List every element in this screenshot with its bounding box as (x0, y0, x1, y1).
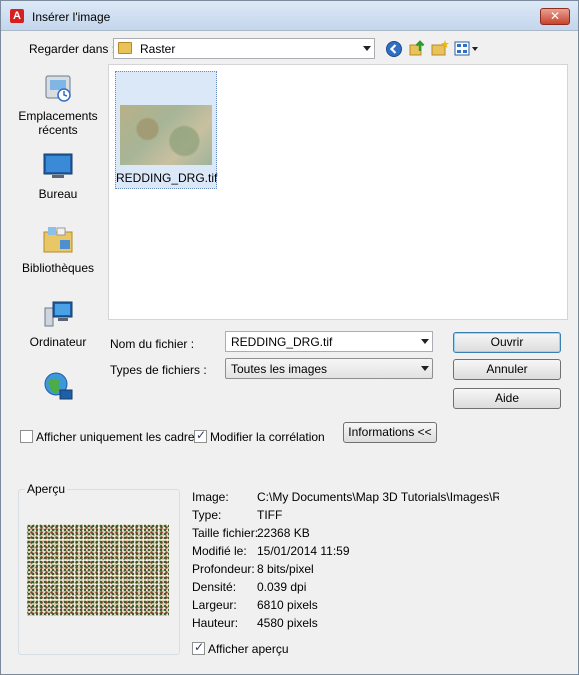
chevron-down-icon (421, 339, 429, 344)
filename-input[interactable]: REDDING_DRG.tif (225, 331, 433, 352)
back-icon[interactable] (385, 40, 403, 58)
info-type-value: TIFF (257, 508, 283, 522)
info-height-value: 4580 pixels (257, 616, 318, 630)
info-size-value: 22368 KB (257, 526, 310, 540)
chevron-down-icon (363, 46, 371, 51)
info-density-label: Densité: (192, 580, 237, 594)
place-network[interactable] (10, 370, 106, 405)
file-name: REDDING_DRG.tif (116, 171, 218, 185)
info-density-value: 0.039 dpi (257, 580, 307, 594)
places-bar: Emplacements récents Bureau Bibliothèque… (10, 64, 106, 404)
recent-places-icon (45, 75, 71, 102)
place-label: Ordinateur (29, 335, 87, 349)
place-label: Bibliothèques (21, 261, 95, 275)
place-recent[interactable]: Emplacements récents (10, 72, 106, 137)
filename-value: REDDING_DRG.tif (231, 335, 333, 349)
title-bar: A Insérer l'image ✕ (1, 1, 578, 31)
info-width-label: Largeur: (192, 598, 237, 612)
filename-label: Nom du fichier : (110, 337, 195, 351)
modify-correlation-label: Modifier la corrélation (210, 430, 325, 444)
open-button[interactable]: Ouvrir (453, 332, 561, 353)
place-label: Bureau (38, 187, 78, 201)
file-thumbnail (120, 105, 212, 165)
chevron-down-icon (421, 366, 429, 371)
computer-icon (44, 301, 73, 327)
show-preview-checkbox[interactable] (192, 640, 205, 655)
cancel-button[interactable]: Annuler (453, 359, 561, 380)
file-list[interactable]: REDDING_DRG.tif (108, 64, 568, 320)
help-button[interactable]: Aide (453, 388, 561, 409)
info-height-label: Hauteur: (192, 616, 239, 630)
file-item[interactable]: REDDING_DRG.tif (115, 71, 217, 189)
modify-correlation-checkbox[interactable] (194, 428, 207, 443)
desktop-icon (43, 153, 73, 178)
autocad-app-icon: A (10, 9, 24, 23)
close-button[interactable]: ✕ (540, 8, 570, 25)
place-computer[interactable]: Ordinateur (10, 298, 106, 349)
new-folder-icon[interactable] (431, 39, 449, 57)
information-button[interactable]: Informations << (343, 422, 437, 443)
view-menu-icon[interactable] (454, 40, 480, 58)
insert-image-dialog: A Insérer l'image ✕ Regarder dans : Rast… (0, 0, 579, 675)
show-preview-label: Afficher aperçu (208, 642, 289, 656)
info-depth-value: 8 bits/pixel (257, 562, 314, 576)
up-folder-icon[interactable] (408, 39, 426, 57)
info-image-label: Image: (192, 490, 229, 504)
info-width-value: 6810 pixels (257, 598, 318, 612)
preview-legend: Aperçu (25, 482, 68, 496)
info-modified-value: 15/01/2014 11:59 (257, 544, 350, 558)
info-image-value: C:\My Documents\Map 3D Tutorials\Images\… (257, 490, 499, 504)
place-desktop[interactable]: Bureau (10, 150, 106, 201)
lookin-value: Raster (140, 42, 176, 56)
info-size-label: Taille fichier: (192, 526, 259, 540)
filetypes-dropdown[interactable]: Toutes les images (225, 358, 433, 379)
frames-only-checkbox[interactable] (20, 430, 33, 443)
place-libraries[interactable]: Bibliothèques (10, 224, 106, 275)
lookin-dropdown[interactable]: Raster (113, 38, 375, 59)
filetypes-label: Types de fichiers : (110, 363, 207, 377)
folder-icon (118, 42, 132, 54)
info-type-label: Type: (192, 508, 222, 522)
preview-image (27, 524, 169, 616)
place-label: Emplacements récents (18, 109, 98, 137)
lookin-label: Regarder dans : (29, 42, 116, 56)
filetypes-value: Toutes les images (231, 362, 328, 376)
libraries-icon (43, 227, 73, 253)
frames-only-label: Afficher uniquement les cadres (36, 430, 201, 444)
info-modified-label: Modifié le: (192, 544, 247, 558)
info-depth-label: Profondeur: (192, 562, 255, 576)
network-icon (44, 372, 73, 400)
window-title: Insérer l'image (32, 10, 111, 24)
